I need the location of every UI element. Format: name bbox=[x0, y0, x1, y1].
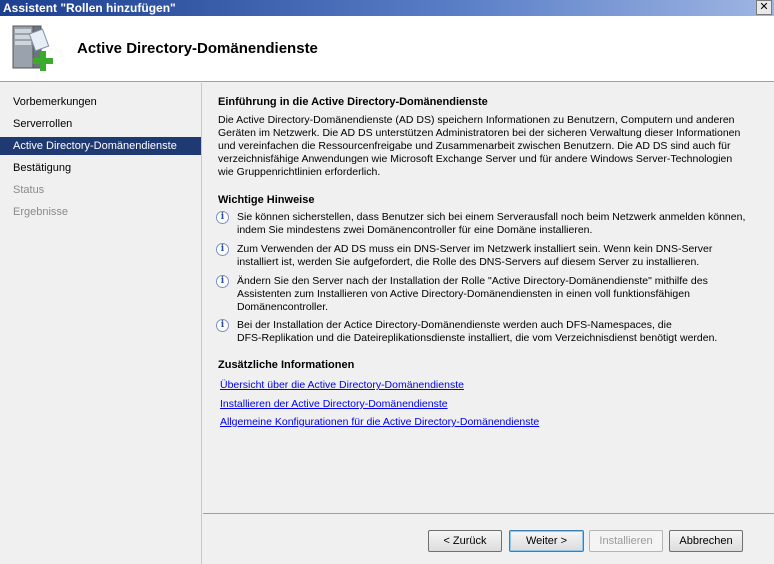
info-heading: Zusätzliche Informationen bbox=[218, 359, 355, 371]
hint-line: DFS-Replikation und die Dateireplikation… bbox=[237, 332, 718, 344]
link-ad-ds-install[interactable]: Installieren der Active Directory-Domäne… bbox=[220, 398, 448, 410]
intro-line: Geräten im Netzwerk. Die AD DS unterstüt… bbox=[218, 127, 741, 139]
nav-item-ergebnisse: Ergebnisse bbox=[13, 206, 69, 218]
info-icon: i bbox=[216, 319, 229, 332]
nav-item-serverrollen[interactable]: Serverrollen bbox=[0, 115, 201, 133]
intro-line: verzeichnisfähige Anwendungen wie Micros… bbox=[218, 153, 733, 165]
intro-line: und vereinfachen die Ressourcenfreigabe … bbox=[218, 140, 731, 152]
intro-paragraph: Die Active Directory-Domänendienste (AD … bbox=[218, 114, 763, 179]
window-titlebar: Assistent "Rollen hinzufügen" ✕ bbox=[0, 0, 774, 16]
hint-line: Ändern Sie den Server nach der Installat… bbox=[237, 275, 708, 287]
hint-text: Sie können sicherstellen, dass Benutzer … bbox=[237, 211, 767, 237]
link-ad-ds-overview[interactable]: Übersicht über die Active Directory-Domä… bbox=[220, 379, 464, 391]
hint-line: indem Sie mindestens zwei Domänencontrol… bbox=[237, 224, 593, 236]
server-add-icon bbox=[12, 25, 53, 71]
hint-line: Zum Verwenden der AD DS muss ein DNS-Ser… bbox=[237, 243, 713, 255]
link-ad-ds-configurations[interactable]: Allgemeine Konfigurationen für die Activ… bbox=[220, 416, 539, 428]
hint-line: Domänencontroller. bbox=[237, 301, 329, 313]
nav-item-bestaetigung[interactable]: Bestätigung bbox=[0, 159, 201, 177]
wizard-footer: < Zurück Weiter > Installieren Abbrechen bbox=[203, 514, 774, 564]
hint-line: installiert ist, werden Sie aufgefordert… bbox=[237, 256, 700, 268]
cancel-button[interactable]: Abbrechen bbox=[669, 530, 743, 552]
wizard-nav: Vorbemerkungen Serverrollen Active Direc… bbox=[0, 83, 202, 564]
hint-text: Bei der Installation der Actice Director… bbox=[237, 319, 767, 345]
close-icon: ✕ bbox=[759, 1, 769, 13]
hint-text: Ändern Sie den Server nach der Installat… bbox=[237, 275, 767, 314]
info-icon: i bbox=[216, 211, 229, 224]
hint-text: Zum Verwenden der AD DS muss ein DNS-Ser… bbox=[237, 243, 767, 269]
intro-line: Die Active Directory-Domänendienste (AD … bbox=[218, 114, 735, 126]
nav-item-status: Status bbox=[13, 184, 45, 196]
install-button: Installieren bbox=[589, 530, 663, 552]
next-button[interactable]: Weiter > bbox=[509, 530, 584, 552]
close-button[interactable]: ✕ bbox=[756, 0, 772, 15]
info-icon: i bbox=[216, 275, 229, 288]
back-button[interactable]: < Zurück bbox=[428, 530, 502, 552]
hints-heading: Wichtige Hinweise bbox=[218, 194, 315, 206]
intro-heading: Einführung in die Active Directory-Domän… bbox=[218, 96, 488, 108]
info-icon: i bbox=[216, 243, 229, 256]
page-title: Active Directory-Domänendienste bbox=[77, 40, 318, 57]
wizard-content: Einführung in die Active Directory-Domän… bbox=[203, 83, 774, 513]
window-title: Assistent "Rollen hinzufügen" bbox=[3, 1, 176, 15]
wizard-header: Active Directory-Domänendienste bbox=[0, 16, 774, 82]
nav-item-vorbemerkungen[interactable]: Vorbemerkungen bbox=[0, 93, 201, 111]
hint-line: Sie können sicherstellen, dass Benutzer … bbox=[237, 211, 746, 223]
nav-item-ad-ds[interactable]: Active Directory-Domänendienste bbox=[0, 137, 201, 155]
hint-line: Bei der Installation der Actice Director… bbox=[237, 319, 672, 331]
hint-line: Assistenten zum Installieren von Active … bbox=[237, 288, 690, 300]
intro-line: wie Gruppenrichtlinien erforderlich. bbox=[218, 166, 381, 178]
